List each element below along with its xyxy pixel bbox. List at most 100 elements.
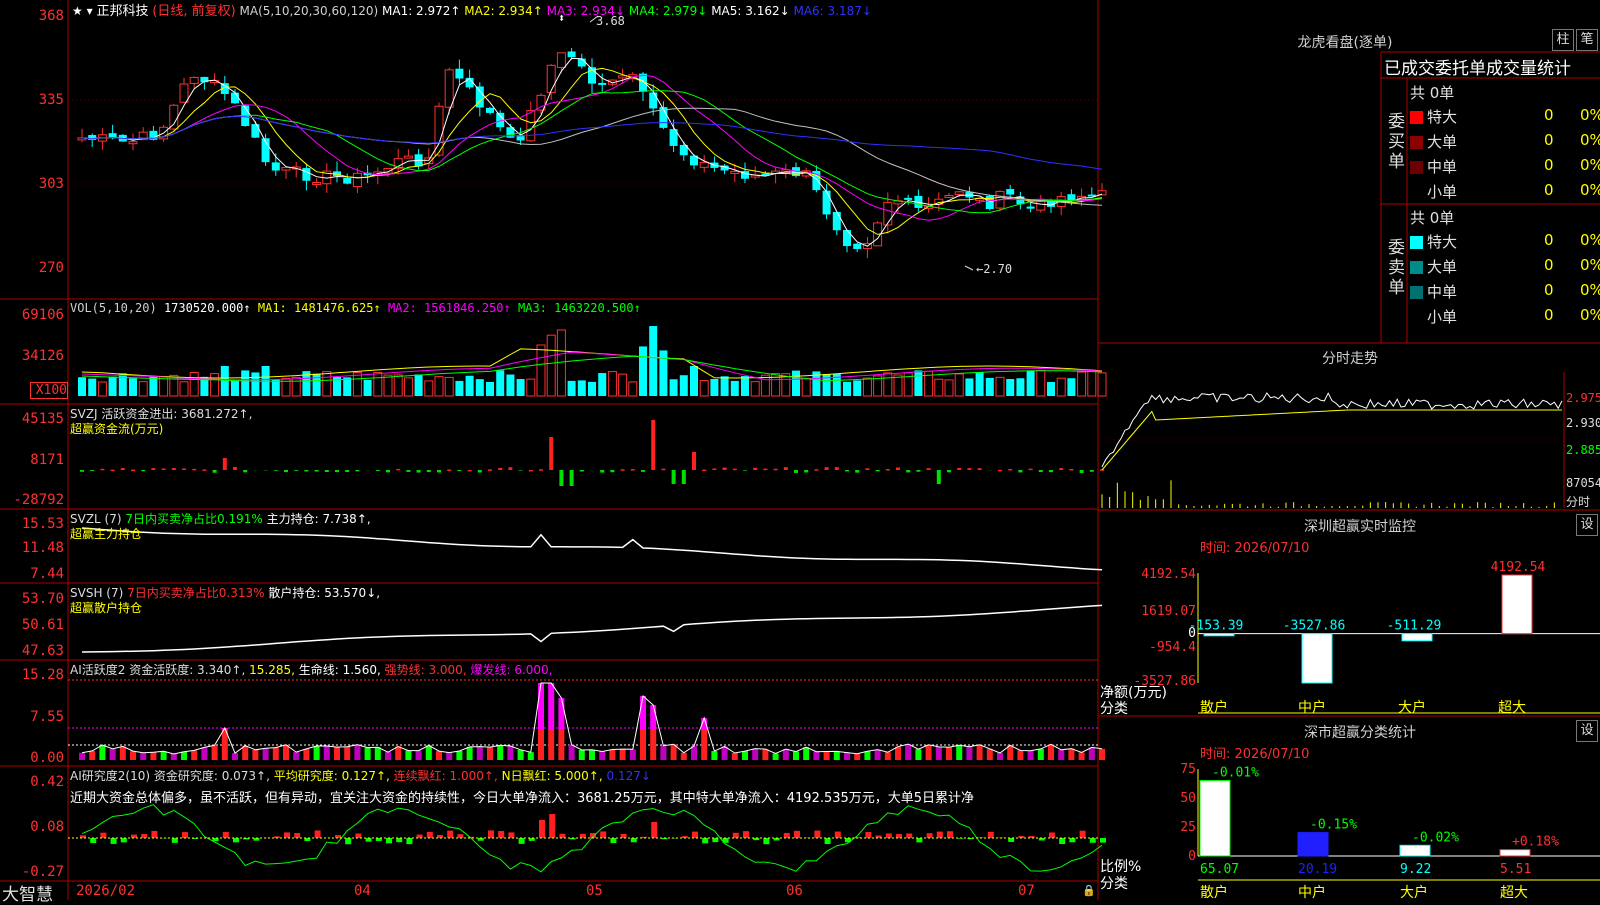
candle-up xyxy=(955,192,963,195)
fund-flow-bar-out xyxy=(743,470,747,471)
sell-name: 大单 xyxy=(1427,258,1457,276)
fund-flow-bar-out xyxy=(937,470,941,484)
candle-up xyxy=(547,65,555,92)
ma-params: MA(5,10,20,30,60,120) xyxy=(240,4,379,18)
volume-bar-down xyxy=(109,377,117,396)
svzj-axis-bot: -28792 xyxy=(0,492,64,508)
research-bar-neg xyxy=(233,838,239,842)
candle-down xyxy=(823,191,831,215)
svsh-axis-bot: 47.63 xyxy=(0,643,64,659)
stock-name[interactable]: 正邦科技 xyxy=(96,4,148,19)
ai1-title: AI活跃度2 资金活跃度: 3.340↑, xyxy=(70,663,245,677)
classify-xlabel: 分类 xyxy=(1100,873,1128,893)
intraday-price-line xyxy=(1102,393,1562,467)
volume-bar-up xyxy=(425,381,433,396)
research-bar-neg xyxy=(763,838,769,844)
activity-bar xyxy=(487,747,493,760)
xaxis-label-0: 2026/02 xyxy=(76,883,135,899)
main-chart-canvas[interactable]: ⬍-153.39散户-3527.86中户-511.29大户4192.54超大-0… xyxy=(0,0,1600,900)
classify-settings-button[interactable]: 设 xyxy=(1576,720,1598,742)
activity-bar xyxy=(395,746,401,760)
fund-flow-bar-in xyxy=(621,469,625,471)
fund-flow-bar-in xyxy=(468,470,472,472)
volume-bar-down xyxy=(251,372,259,396)
activity-bar xyxy=(956,745,962,760)
volume-bar-down xyxy=(231,381,239,396)
volume-bar-up xyxy=(323,372,331,396)
candle-down xyxy=(568,51,576,57)
fund-flow-bar-out xyxy=(335,470,339,472)
activity-bar xyxy=(589,750,595,760)
activity-bar xyxy=(283,745,289,760)
research-bar-neg xyxy=(111,838,117,844)
ai1-axis-mid: 7.55 xyxy=(0,709,64,725)
candle-up xyxy=(190,77,198,83)
volume-bar-up xyxy=(190,373,198,396)
fund-flow-bar-in xyxy=(763,469,767,471)
fund-flow-bar-out xyxy=(794,470,798,473)
volume-bar-up xyxy=(547,335,555,396)
volume-bar-down xyxy=(1067,378,1075,396)
volume-bar-down xyxy=(843,382,851,396)
trade-stat-title[interactable]: 已成交委托单成交量统计 xyxy=(1384,54,1600,79)
activity-bar xyxy=(773,754,779,760)
activity-bar xyxy=(824,752,830,760)
intraday-axis-bot: 2.885 xyxy=(1566,443,1600,457)
price-axis-335: 335 xyxy=(0,92,64,108)
activity-bar xyxy=(507,746,513,760)
research-bar-pos xyxy=(1049,832,1055,838)
volume-bar-up xyxy=(353,373,361,396)
activity-bar xyxy=(334,747,340,760)
research-bar-pos xyxy=(896,834,902,838)
vol-ma3: MA3: 1463220.500↑ xyxy=(518,301,641,315)
volume-bar-up xyxy=(527,379,535,396)
volume-bar-up xyxy=(751,382,759,396)
activity-bar xyxy=(1028,751,1034,760)
research-bar-neg xyxy=(610,838,616,843)
volume-bar-up xyxy=(700,381,708,396)
research-bar-pos xyxy=(886,833,892,838)
classify-axis-2: 25 xyxy=(1150,820,1196,835)
research-bar-neg xyxy=(406,838,412,844)
activity-bar xyxy=(467,747,473,760)
candle-up xyxy=(282,167,290,170)
candle-up xyxy=(170,105,178,129)
fund-flow-bar-out xyxy=(141,470,145,471)
activity-bar xyxy=(242,746,248,760)
fund-flow-bar-out xyxy=(672,470,676,484)
star-icon[interactable]: ★ xyxy=(72,4,83,18)
lock-icon[interactable]: 🔒 xyxy=(1082,884,1096,897)
collapse-triangle-icon[interactable]: ▾ xyxy=(87,4,93,18)
candle-down xyxy=(231,93,239,104)
volume-bar-up xyxy=(1057,378,1065,396)
fund-flow-bar-out xyxy=(417,470,421,473)
volume-bar-up xyxy=(404,378,412,396)
volume-bar-up xyxy=(139,382,147,396)
volume-bar-up xyxy=(802,378,810,396)
volume-bar-up xyxy=(894,375,902,396)
activity-bar xyxy=(599,751,605,760)
fund-flow-bar-out xyxy=(386,470,390,472)
activity-bar xyxy=(314,746,320,760)
activity-bar xyxy=(579,750,585,760)
fund-flow-bar-in xyxy=(886,469,890,471)
monitor-value-label: 4192.54 xyxy=(1491,560,1546,575)
monitor-bar-3 xyxy=(1402,634,1432,641)
svsh-axis-mid: 50.61 xyxy=(0,617,64,633)
intraday-axis-top: 2.975 xyxy=(1566,391,1600,405)
candle-up xyxy=(557,53,565,68)
buy-color-swatch xyxy=(1410,111,1423,124)
fund-flow-bar-out xyxy=(641,470,645,472)
svzl-axis-top: 15.53 xyxy=(0,516,64,532)
pen-toggle-button[interactable]: 笔 xyxy=(1576,29,1598,51)
research-bar-neg xyxy=(90,838,96,843)
activity-bar xyxy=(946,747,952,760)
activity-bar xyxy=(201,747,207,760)
activity-bar xyxy=(212,745,218,760)
classify-value-label: 9.22 xyxy=(1400,862,1431,877)
classify-change-label: -0.15% xyxy=(1310,818,1357,833)
vol-unit-box[interactable]: X100 xyxy=(30,382,68,399)
monitor-settings-button[interactable]: 设 xyxy=(1576,514,1598,536)
bar-toggle-button[interactable]: 柱 xyxy=(1552,29,1574,51)
research-bar-pos xyxy=(621,834,627,838)
